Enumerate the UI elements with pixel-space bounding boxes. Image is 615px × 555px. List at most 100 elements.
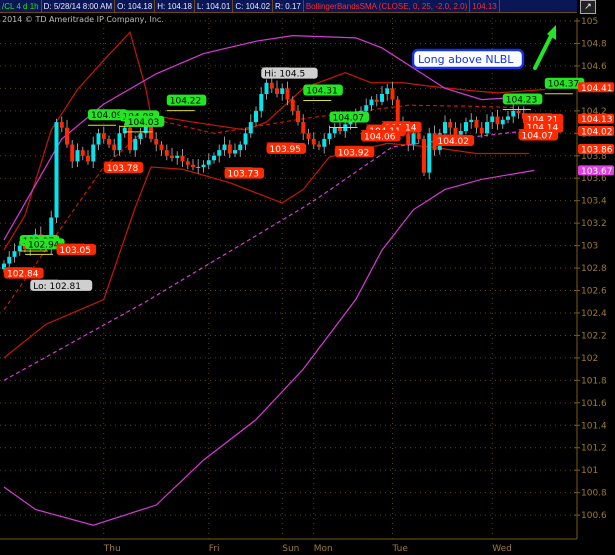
x-tick-label: Sun bbox=[282, 544, 299, 554]
x-tick-label: Fri bbox=[209, 544, 220, 554]
price-label: 103.95 bbox=[270, 145, 302, 155]
axis-tag: 104.41 bbox=[581, 84, 613, 94]
candle-down bbox=[374, 99, 379, 102]
candle-up bbox=[96, 133, 101, 145]
y-tick-label: 101 bbox=[581, 466, 598, 476]
candle-down bbox=[448, 122, 453, 128]
candle-up bbox=[327, 133, 332, 139]
candle-up bbox=[322, 138, 327, 147]
candle-up bbox=[490, 116, 495, 123]
x-tick-label: Thu bbox=[103, 544, 121, 554]
candle-down bbox=[101, 133, 106, 139]
candle-up bbox=[117, 133, 122, 151]
candle-down bbox=[495, 116, 500, 125]
candle-up bbox=[443, 122, 447, 134]
candle-down bbox=[128, 127, 132, 151]
y-tick-label: 104.6 bbox=[581, 62, 607, 72]
candle-down bbox=[422, 138, 426, 173]
arrow-shaft bbox=[533, 34, 553, 70]
candle-down bbox=[107, 138, 111, 145]
x-tick-label: Mon bbox=[314, 544, 333, 554]
x-tick-label: Tue bbox=[392, 544, 409, 554]
candle-down bbox=[170, 155, 174, 159]
y-tick-label: 102.6 bbox=[581, 287, 607, 297]
candle-up bbox=[201, 164, 206, 167]
candle-down bbox=[406, 133, 411, 145]
candle-up bbox=[506, 116, 510, 120]
candle-up bbox=[175, 155, 180, 159]
price-label: 104.03 bbox=[128, 118, 160, 128]
price-label: 104.37 bbox=[548, 80, 580, 90]
price-chart[interactable]: 105104.8104.6104.4104.2104103.8103.6103.… bbox=[0, 0, 615, 555]
candle-down bbox=[285, 88, 290, 100]
candle-down bbox=[479, 127, 484, 134]
y-tick-label: 101.4 bbox=[581, 421, 607, 431]
y-tick-label: 101.8 bbox=[581, 376, 607, 386]
candle-up bbox=[248, 122, 253, 134]
axis-tag: 104.13 bbox=[581, 115, 613, 125]
candle-up bbox=[380, 93, 384, 102]
price-label: 104.06 bbox=[364, 133, 396, 143]
candle-up bbox=[469, 119, 474, 123]
candle-down bbox=[311, 138, 316, 145]
candle-up bbox=[233, 150, 237, 154]
candle-down bbox=[86, 155, 90, 162]
y-tick-label: 102.2 bbox=[581, 331, 607, 341]
candle-up bbox=[12, 251, 17, 257]
copyright: 2014 © TD Ameritrade IP Company, Inc. bbox=[2, 15, 164, 24]
candle-down bbox=[296, 110, 300, 123]
candle-up bbox=[511, 110, 516, 117]
y-tick-label: 103.2 bbox=[581, 219, 607, 229]
y-tick-label: 102.4 bbox=[581, 309, 607, 319]
price-label: 104.09 bbox=[91, 111, 123, 121]
candle-down bbox=[112, 144, 117, 151]
candle-down bbox=[317, 144, 321, 147]
y-tick-label: 105 bbox=[581, 17, 598, 27]
candle-up bbox=[259, 93, 264, 111]
candle-up bbox=[332, 127, 337, 134]
candle-up bbox=[17, 245, 22, 252]
price-label: 104.02 bbox=[438, 137, 470, 147]
price-label: 103.05 bbox=[60, 246, 92, 256]
candle-down bbox=[269, 82, 274, 89]
candle-up bbox=[427, 133, 432, 173]
candle-down bbox=[154, 138, 159, 145]
y-tick-label: 101.2 bbox=[581, 444, 607, 454]
x-tick-label: Wed bbox=[492, 544, 512, 554]
axis-tag: 104.02 bbox=[581, 128, 613, 138]
candle-down bbox=[191, 164, 195, 167]
candle-up bbox=[385, 88, 390, 94]
y-tick-label: 101.6 bbox=[581, 399, 607, 409]
candle-down bbox=[474, 119, 479, 128]
axis-tag: 103.67 bbox=[581, 167, 613, 177]
price-label: 104.07 bbox=[333, 113, 365, 123]
candle-down bbox=[338, 127, 342, 132]
candle-down bbox=[185, 161, 190, 165]
candle-up bbox=[485, 122, 489, 134]
candle-up bbox=[500, 119, 505, 125]
candle-up bbox=[212, 155, 216, 161]
y-tick-label: 100.6 bbox=[581, 511, 607, 521]
candle-up bbox=[138, 133, 143, 139]
candle-up bbox=[217, 150, 222, 156]
price-label: 102.94 bbox=[28, 240, 60, 250]
annotation-text: Long above NLBL bbox=[418, 53, 514, 66]
price-label: 103.92 bbox=[338, 148, 370, 158]
candle-up bbox=[264, 82, 269, 94]
candle-up bbox=[369, 99, 374, 106]
candle-up bbox=[133, 138, 138, 151]
candle-down bbox=[416, 133, 421, 139]
price-label: 104.07 bbox=[522, 131, 554, 141]
candle-down bbox=[395, 99, 400, 123]
y-tick-label: 102.8 bbox=[581, 264, 607, 274]
y-tick-label: 104.8 bbox=[581, 39, 607, 49]
candle-up bbox=[222, 144, 227, 151]
candle-down bbox=[80, 150, 85, 156]
candle-up bbox=[196, 166, 201, 168]
candle-down bbox=[180, 155, 185, 162]
candle-down bbox=[306, 133, 311, 139]
y-tick-label: 100.8 bbox=[581, 489, 607, 499]
candle-up bbox=[364, 105, 369, 111]
candle-up bbox=[122, 127, 127, 134]
candle-down bbox=[390, 88, 395, 100]
